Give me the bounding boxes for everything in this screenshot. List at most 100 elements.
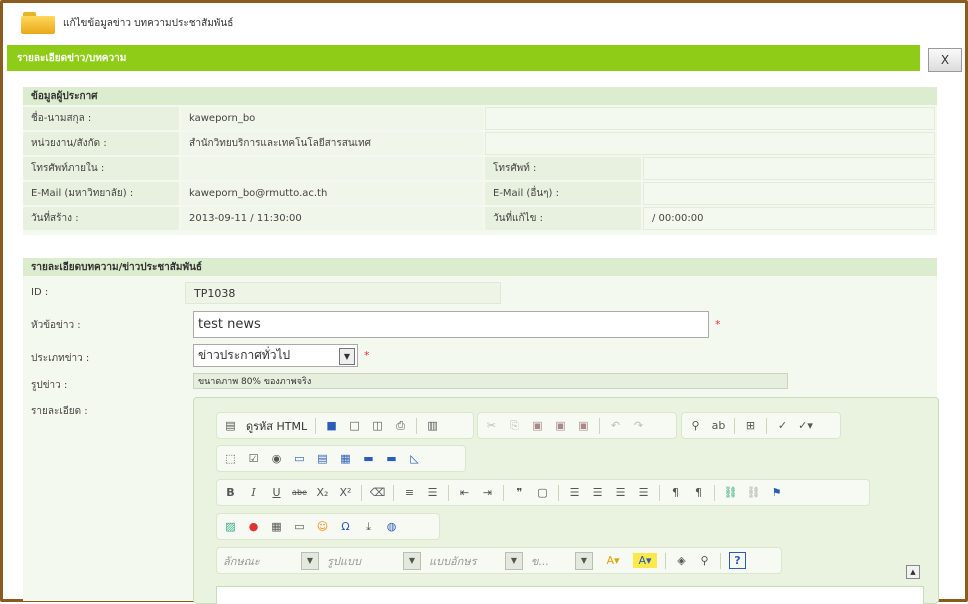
id-value: TP1038	[185, 282, 501, 304]
toolbar-separator	[393, 484, 394, 501]
ltr-icon[interactable]: ¶	[668, 485, 683, 500]
div-icon[interactable]: ▢	[535, 485, 550, 500]
toolbar-separator	[315, 417, 317, 434]
undo-icon[interactable]: ↶	[608, 418, 623, 433]
redo-icon[interactable]: ↷	[631, 418, 646, 433]
save-icon[interactable]: ■	[324, 418, 339, 433]
preview-icon[interactable]: ◫	[370, 418, 385, 433]
subscript-button[interactable]: X₂	[315, 485, 330, 500]
created-value: 2013-09-11 / 11:30:00	[181, 207, 483, 230]
source-icon[interactable]: ▤	[223, 418, 238, 433]
article-section-title: รายละเอียดบทความ/ข่าวประชาสัมพันธ์	[23, 258, 937, 276]
cut-icon[interactable]: ✂	[484, 418, 499, 433]
required-mark: *	[715, 318, 721, 331]
show-blocks-icon[interactable]: ⚲	[697, 553, 712, 568]
copy-icon[interactable]: ⎘	[507, 418, 522, 433]
modified-label: วันที่แก้ไข :	[485, 207, 641, 230]
superscript-button[interactable]: X²	[338, 485, 353, 500]
email-university-value: kaweporn_bo@rmutto.ac.th	[181, 182, 483, 205]
print-icon[interactable]: ⎙	[393, 418, 408, 433]
align-justify-icon[interactable]: ☰	[636, 485, 651, 500]
textarea-icon[interactable]: ▤	[315, 451, 330, 466]
window-titlebar: แก้ไขข้อมูลข่าว บทความประชาสัมพันธ์	[3, 3, 965, 43]
form-icon[interactable]: ⬚	[223, 451, 238, 466]
background-color-icon[interactable]: A▾	[633, 553, 657, 568]
paste-word-icon[interactable]: ▣	[576, 418, 591, 433]
maximize-icon[interactable]: ◈	[674, 553, 689, 568]
toolbar-formatting: B I U abe X₂ X² ⌫ ≡ ☰ ⇤ ⇥ ❞ ▢ ☰ ☰ ☰ ☰ ¶ …	[216, 479, 870, 506]
format-dropdown[interactable]: รูปแบบ ▼	[327, 551, 421, 570]
button-icon[interactable]: ▬	[361, 451, 376, 466]
toolbar-separator	[558, 484, 559, 501]
iframe-globe-icon[interactable]: ◍	[384, 519, 399, 534]
size-dropdown[interactable]: ข... ▼	[531, 551, 593, 570]
phone-value	[643, 157, 935, 180]
detail-label: รายละเอียด :	[31, 406, 88, 417]
table-icon[interactable]: ▦	[269, 519, 284, 534]
textfield-icon[interactable]: ▭	[292, 451, 307, 466]
indent-icon[interactable]: ⇥	[480, 485, 495, 500]
toolbar-separator	[720, 552, 721, 569]
new-page-icon[interactable]: □	[347, 418, 362, 433]
checkbox-icon[interactable]: ☑	[246, 451, 261, 466]
strike-button[interactable]: abe	[292, 485, 307, 500]
toolbar-separator	[503, 484, 504, 501]
header-title: รายละเอียดข่าว/บทความ	[17, 52, 127, 64]
rtl-icon[interactable]: ¶	[691, 485, 706, 500]
bold-button[interactable]: B	[223, 485, 238, 500]
paste-icon[interactable]: ▣	[530, 418, 545, 433]
blockquote-icon[interactable]: ❞	[512, 485, 527, 500]
spellcheck-dropdown-icon[interactable]: ✓▾	[798, 418, 813, 433]
align-left-icon[interactable]: ☰	[567, 485, 582, 500]
toolbar-separator	[734, 417, 735, 434]
replace-icon[interactable]: ab	[711, 418, 726, 433]
chevron-down-icon[interactable]: ▼	[575, 551, 593, 570]
unlink-icon[interactable]: ⛓	[746, 485, 761, 500]
chevron-down-icon[interactable]: ▼	[505, 551, 523, 570]
chevron-down-icon[interactable]: ▼	[403, 551, 421, 570]
spellcheck-icon[interactable]: ✓	[775, 418, 790, 433]
underline-button[interactable]: U	[269, 485, 284, 500]
select-all-icon[interactable]: ⊞	[743, 418, 758, 433]
remove-format-icon[interactable]: ⌫	[370, 485, 386, 500]
unit-label: หน่วยงาน/สังกัด :	[23, 132, 179, 155]
align-right-icon[interactable]: ☰	[613, 485, 628, 500]
topic-input[interactable]: test news	[193, 311, 709, 338]
horizontal-rule-icon[interactable]: ▭	[292, 519, 307, 534]
chevron-down-icon[interactable]: ▼	[339, 348, 355, 365]
source-button[interactable]: ดูรหัส HTML	[246, 417, 307, 435]
help-button[interactable]: ?	[729, 552, 746, 569]
radio-icon[interactable]: ◉	[269, 451, 284, 466]
image-button-icon[interactable]: ▬	[384, 451, 399, 466]
link-icon[interactable]: ⛓	[723, 485, 738, 500]
outdent-icon[interactable]: ⇤	[457, 485, 472, 500]
window-title: แก้ไขข้อมูลข่าว บทความประชาสัมพันธ์	[63, 17, 234, 29]
publisher-row-unit: หน่วยงาน/สังกัด : สำนักวิทยบริการและเทคโ…	[23, 132, 937, 155]
image-icon[interactable]: ▨	[223, 519, 238, 534]
numbered-list-icon[interactable]: ≡	[402, 485, 417, 500]
smiley-icon[interactable]: ☺	[315, 519, 330, 534]
collapse-toolbar-icon[interactable]: ▲	[906, 565, 920, 579]
style-dropdown[interactable]: ลักษณะ ▼	[223, 551, 319, 570]
type-select[interactable]: ข่าวประกาศทั่วไป ▼	[193, 344, 358, 367]
hidden-field-icon[interactable]: ◺	[407, 451, 422, 466]
close-button[interactable]: X	[928, 48, 962, 72]
paste-text-icon[interactable]: ▣	[553, 418, 568, 433]
font-dropdown[interactable]: แบบอักษร ▼	[429, 551, 523, 570]
templates-icon[interactable]: ▥	[425, 418, 440, 433]
editor-content-area[interactable]	[216, 586, 924, 604]
toolbar-separator	[665, 552, 666, 569]
select-field-icon[interactable]: ▦	[338, 451, 353, 466]
find-icon[interactable]: ⚲	[688, 418, 703, 433]
bulleted-list-icon[interactable]: ☰	[425, 485, 440, 500]
rich-text-editor[interactable]: ▤ ดูรหัส HTML ■ □ ◫ ⎙ ▥ ✂ ⎘ ▣ ▣ ▣ ↶ ↷ ⚲ …	[193, 397, 939, 604]
anchor-flag-icon[interactable]: ⚑	[769, 485, 784, 500]
publisher-row-phone: โทรศัพท์ภายใน : โทรศัพท์ :	[23, 157, 937, 180]
align-center-icon[interactable]: ☰	[590, 485, 605, 500]
text-color-icon[interactable]: A▾	[601, 553, 625, 568]
flash-icon[interactable]: ●	[246, 519, 261, 534]
special-char-icon[interactable]: Ω	[338, 519, 353, 534]
page-break-icon[interactable]: ⤓	[361, 519, 376, 534]
chevron-down-icon[interactable]: ▼	[301, 551, 319, 570]
italic-button[interactable]: I	[246, 485, 261, 500]
